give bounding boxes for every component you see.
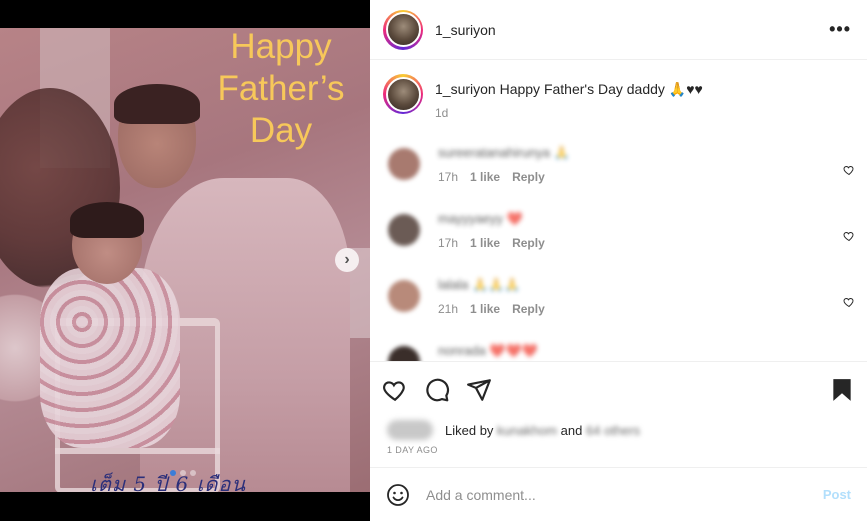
heart-icon[interactable] bbox=[843, 230, 855, 242]
carousel-dots bbox=[170, 470, 196, 476]
caption-text: Happy Father's Day daddy 🙏♥♥ bbox=[495, 81, 703, 97]
like-heart-icon[interactable] bbox=[382, 377, 408, 403]
comment-item: mayyyaeyy ❤️ 17h 1 like Reply bbox=[370, 210, 867, 276]
post-side-panel: 1_suriyon ••• 1_suriyon Happy Father's D… bbox=[370, 0, 867, 521]
emoji-icon[interactable] bbox=[386, 483, 410, 507]
carousel-dot bbox=[170, 470, 176, 476]
commenter-name[interactable]: sureeratanahirunya 🙏 bbox=[438, 144, 570, 162]
liked-by-label: Liked by bbox=[445, 422, 494, 438]
caption-avatar[interactable] bbox=[383, 74, 423, 114]
likes-summary: Liked by kunakhom and 64 others bbox=[370, 417, 867, 440]
handwritten-caption: เต็ม 5 ปี 6 เดือน bbox=[90, 472, 247, 492]
commenter-avatar[interactable] bbox=[388, 280, 420, 312]
more-options-icon[interactable]: ••• bbox=[829, 19, 851, 40]
comment-bubble-icon[interactable] bbox=[424, 377, 450, 403]
image-headline: Happy Father’s Day bbox=[217, 27, 345, 150]
carousel-dot bbox=[190, 470, 196, 476]
chevron-right-icon: › bbox=[344, 251, 350, 268]
commenter-name[interactable]: mayyyaeyy ❤️ bbox=[438, 210, 545, 228]
post-comment-button[interactable]: Post bbox=[823, 487, 851, 502]
post-header: 1_suriyon ••• bbox=[370, 0, 867, 60]
liked-joiner: and bbox=[560, 422, 583, 438]
caption-time[interactable]: 1d bbox=[435, 104, 703, 122]
reply-button[interactable]: Reply bbox=[512, 170, 545, 184]
post-username[interactable]: 1_suriyon bbox=[435, 22, 496, 38]
comment-time[interactable]: 17h bbox=[438, 170, 458, 184]
comment-item: sureeratanahirunya 🙏 17h 1 like Reply bbox=[370, 144, 867, 210]
carousel-dot bbox=[180, 470, 186, 476]
post-modal: เต็ม 5 ปี 6 เดือน Happy Father’s Day › 1… bbox=[0, 0, 867, 521]
share-send-icon[interactable] bbox=[466, 377, 492, 403]
comment-likes[interactable]: 1 like bbox=[470, 302, 500, 316]
liker-avatars[interactable] bbox=[387, 420, 433, 440]
bookmark-icon[interactable] bbox=[829, 377, 855, 403]
post-actions bbox=[370, 361, 867, 417]
comments-section[interactable]: 1_suriyon Happy Father's Day daddy 🙏♥♥ 1… bbox=[370, 60, 867, 361]
add-comment-bar: Post bbox=[370, 467, 867, 521]
caption-username[interactable]: 1_suriyon bbox=[435, 81, 496, 97]
commenter-name[interactable]: nonrada ❤️❤️❤️ bbox=[438, 342, 538, 360]
comment-input[interactable] bbox=[426, 486, 815, 503]
liked-others-count[interactable]: 64 others bbox=[586, 423, 640, 438]
commenter-avatar[interactable] bbox=[388, 346, 420, 361]
avatar[interactable] bbox=[383, 9, 423, 50]
caption: 1_suriyon Happy Father's Day daddy 🙏♥♥ 1… bbox=[370, 60, 867, 122]
commenter-avatar[interactable] bbox=[388, 148, 420, 180]
heart-icon[interactable] bbox=[843, 164, 855, 176]
reply-button[interactable]: Reply bbox=[512, 236, 545, 250]
comment-item: lalala 🙏🙏🙏 21h 1 like Reply bbox=[370, 276, 867, 342]
liker-username[interactable]: kunakhom bbox=[497, 423, 557, 438]
commenter-avatar[interactable] bbox=[388, 214, 420, 246]
comment-likes[interactable]: 1 like bbox=[470, 236, 500, 250]
reply-button[interactable]: Reply bbox=[512, 302, 545, 316]
heart-icon[interactable] bbox=[843, 296, 855, 308]
comment-time[interactable]: 21h bbox=[438, 302, 458, 316]
comment-time[interactable]: 17h bbox=[438, 236, 458, 250]
post-date[interactable]: 1 DAY AGO bbox=[370, 439, 867, 467]
comment-likes[interactable]: 1 like bbox=[470, 170, 500, 184]
commenter-name[interactable]: lalala 🙏🙏🙏 bbox=[438, 276, 545, 294]
comment-item: nonrada ❤️❤️❤️ bbox=[370, 342, 867, 361]
post-media: เต็ม 5 ปี 6 เดือน Happy Father’s Day › bbox=[0, 0, 370, 521]
carousel-next-button[interactable]: › bbox=[335, 248, 359, 272]
